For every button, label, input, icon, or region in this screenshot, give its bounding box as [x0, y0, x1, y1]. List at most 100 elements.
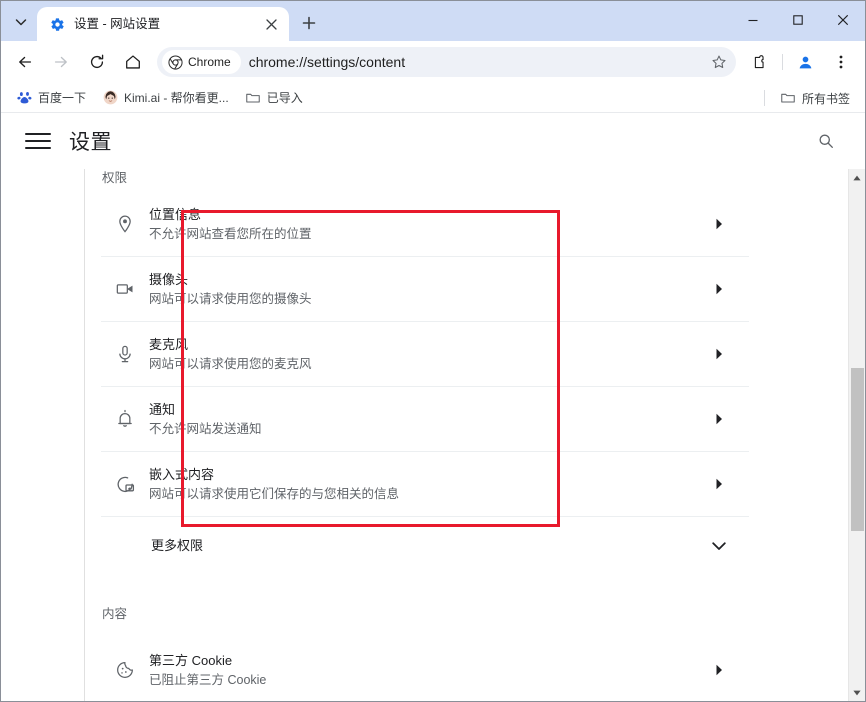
scrollbar-track[interactable] — [849, 186, 866, 684]
settings-content-inner: 权限 位置信息 不允许网站查看您所在的位置 摄像头 网站可以请求使用您的摄像头 … — [85, 169, 865, 701]
setting-title: 摄像头 — [149, 271, 189, 287]
vertical-scrollbar[interactable] — [848, 169, 865, 701]
setting-row-text: 位置信息 不允许网站查看您所在的位置 — [149, 206, 699, 243]
reload-button[interactable] — [82, 47, 112, 77]
settings-page: 设置 权限 位置信息 不允许网站查看您所在的位置 摄像头 网站可以请求使用您的摄… — [1, 113, 865, 701]
maximize-icon — [792, 15, 803, 25]
baidu-icon — [16, 90, 32, 106]
new-tab-button[interactable] — [295, 9, 323, 37]
tab-settings[interactable]: 设置 - 网站设置 — [37, 7, 289, 41]
location-pin-icon — [101, 214, 149, 234]
profile-button[interactable] — [790, 47, 820, 77]
setting-row-location[interactable]: 位置信息 不允许网站查看您所在的位置 — [101, 192, 749, 257]
permissions-section: 权限 位置信息 不允许网站查看您所在的位置 摄像头 网站可以请求使用您的摄像头 … — [101, 169, 749, 575]
close-window-button[interactable] — [820, 1, 865, 39]
minimize-button[interactable] — [730, 1, 775, 39]
home-button[interactable] — [118, 47, 148, 77]
maximize-button[interactable] — [775, 1, 820, 39]
bookmark-star-button[interactable] — [706, 49, 732, 75]
all-bookmarks-area: 所有书签 — [763, 83, 859, 113]
settings-content: 权限 位置信息 不允许网站查看您所在的位置 摄像头 网站可以请求使用您的摄像头 … — [85, 169, 865, 701]
tab-search-button[interactable] — [7, 8, 35, 36]
setting-row-text: 摄像头 网站可以请求使用您的摄像头 — [149, 271, 699, 308]
search-icon — [819, 134, 833, 148]
bookmark-folder-imported[interactable]: 已导入 — [238, 86, 310, 110]
home-icon — [126, 55, 140, 69]
kimi-avatar-icon — [102, 90, 118, 106]
reload-icon — [90, 54, 104, 69]
folder-icon — [780, 90, 796, 106]
chevron-down-icon[interactable] — [699, 541, 739, 551]
page-title: 设置 — [69, 131, 112, 154]
bookmark-item-kimi[interactable]: Kimi.ai - 帮你看更... — [95, 86, 236, 110]
extensions-icon — [754, 54, 764, 68]
settings-sidebar — [1, 169, 85, 701]
chevron-right-icon[interactable] — [699, 348, 739, 360]
all-bookmarks-label: 所有书签 — [801, 91, 850, 106]
chevron-down-icon — [15, 19, 27, 26]
setting-row-embedded-content[interactable]: 嵌入式内容 网站可以请求使用它们保存的与您相关的信息 — [101, 452, 749, 517]
hamburger-icon[interactable] — [25, 128, 51, 154]
scroll-down-button[interactable] — [849, 684, 866, 701]
setting-title: 通知 — [149, 401, 176, 417]
microphone-icon — [101, 344, 149, 364]
setting-subtitle: 网站可以请求使用它们保存的与您相关的信息 — [149, 486, 400, 501]
extensions-button[interactable] — [745, 47, 775, 77]
setting-subtitle: 不允许网站发送通知 — [149, 421, 262, 436]
forward-button[interactable] — [46, 47, 76, 77]
chevron-right-icon[interactable] — [699, 283, 739, 295]
more-permissions-expander[interactable]: 更多权限 — [101, 517, 749, 575]
browser-menu-button[interactable] — [826, 47, 856, 77]
chevron-right-icon[interactable] — [699, 413, 739, 425]
address-bar[interactable]: Chrome chrome://settings/content — [157, 47, 736, 77]
bookmark-item-baidu[interactable]: 百度一下 — [9, 86, 93, 110]
back-button[interactable] — [10, 47, 40, 77]
close-icon — [837, 14, 848, 26]
setting-row-text: 麦克风 网站可以请求使用您的麦克风 — [149, 336, 699, 373]
setting-title: 麦克风 — [149, 336, 189, 352]
chrome-chip-label: Chrome — [188, 55, 231, 69]
setting-subtitle: 网站可以请求使用您的摄像头 — [149, 291, 312, 306]
scrollbar-thumb[interactable] — [850, 368, 864, 531]
bookmark-label: 已导入 — [266, 91, 303, 105]
setting-subtitle: 不允许网站查看您所在的位置 — [149, 226, 312, 241]
gear-icon — [49, 16, 65, 32]
folder-icon — [245, 90, 261, 106]
bell-icon — [101, 409, 149, 429]
chevron-right-icon[interactable] — [699, 664, 739, 676]
setting-row-camera[interactable]: 摄像头 网站可以请求使用您的摄像头 — [101, 257, 749, 322]
tab-title: 设置 - 网站设置 — [74, 17, 161, 31]
expander-title: 更多权限 — [151, 538, 204, 553]
scroll-up-button[interactable] — [849, 169, 866, 186]
setting-title: 第三方 Cookie — [149, 652, 233, 668]
all-bookmarks-button[interactable]: 所有书签 — [773, 86, 857, 110]
tab-close-button[interactable] — [261, 14, 281, 34]
expander-text: 更多权限 — [149, 537, 699, 555]
setting-row-microphone[interactable]: 麦克风 网站可以请求使用您的麦克风 — [101, 322, 749, 387]
chrome-origin-chip: Chrome — [162, 50, 241, 74]
setting-title: 位置信息 — [149, 206, 202, 222]
bookmark-label: Kimi.ai - 帮你看更... — [124, 91, 229, 105]
section-label-permissions: 权限 — [102, 171, 128, 185]
minimize-icon — [748, 19, 757, 22]
section-label-content: 内容 — [102, 607, 128, 621]
setting-title: 嵌入式内容 — [149, 466, 215, 482]
chevron-right-icon[interactable] — [699, 218, 739, 230]
setting-subtitle: 已阻止第三方 Cookie — [149, 672, 267, 687]
browser-toolbar: Chrome chrome://settings/content — [1, 41, 865, 83]
settings-body: 权限 位置信息 不允许网站查看您所在的位置 摄像头 网站可以请求使用您的摄像头 … — [1, 169, 865, 701]
browser-window: 设置 - 网站设置 Chrome chrome://settings/conte… — [0, 0, 866, 702]
setting-row-third-party-cookies[interactable]: 第三方 Cookie 已阻止第三方 Cookie — [101, 638, 749, 701]
settings-search-button[interactable] — [809, 124, 843, 158]
setting-row-text: 嵌入式内容 网站可以请求使用它们保存的与您相关的信息 — [149, 466, 699, 503]
arrow-right-icon — [54, 56, 67, 68]
setting-row-notifications[interactable]: 通知 不允许网站发送通知 — [101, 387, 749, 452]
setting-subtitle: 网站可以请求使用您的麦克风 — [149, 356, 312, 371]
plus-icon — [302, 16, 316, 30]
url-text: chrome://settings/content — [248, 54, 406, 70]
toolbar-divider — [782, 54, 783, 70]
bookmark-label: 百度一下 — [38, 91, 87, 105]
chevron-right-icon[interactable] — [699, 478, 739, 490]
tab-strip: 设置 - 网站设置 — [1, 1, 865, 41]
camera-icon — [101, 279, 149, 299]
